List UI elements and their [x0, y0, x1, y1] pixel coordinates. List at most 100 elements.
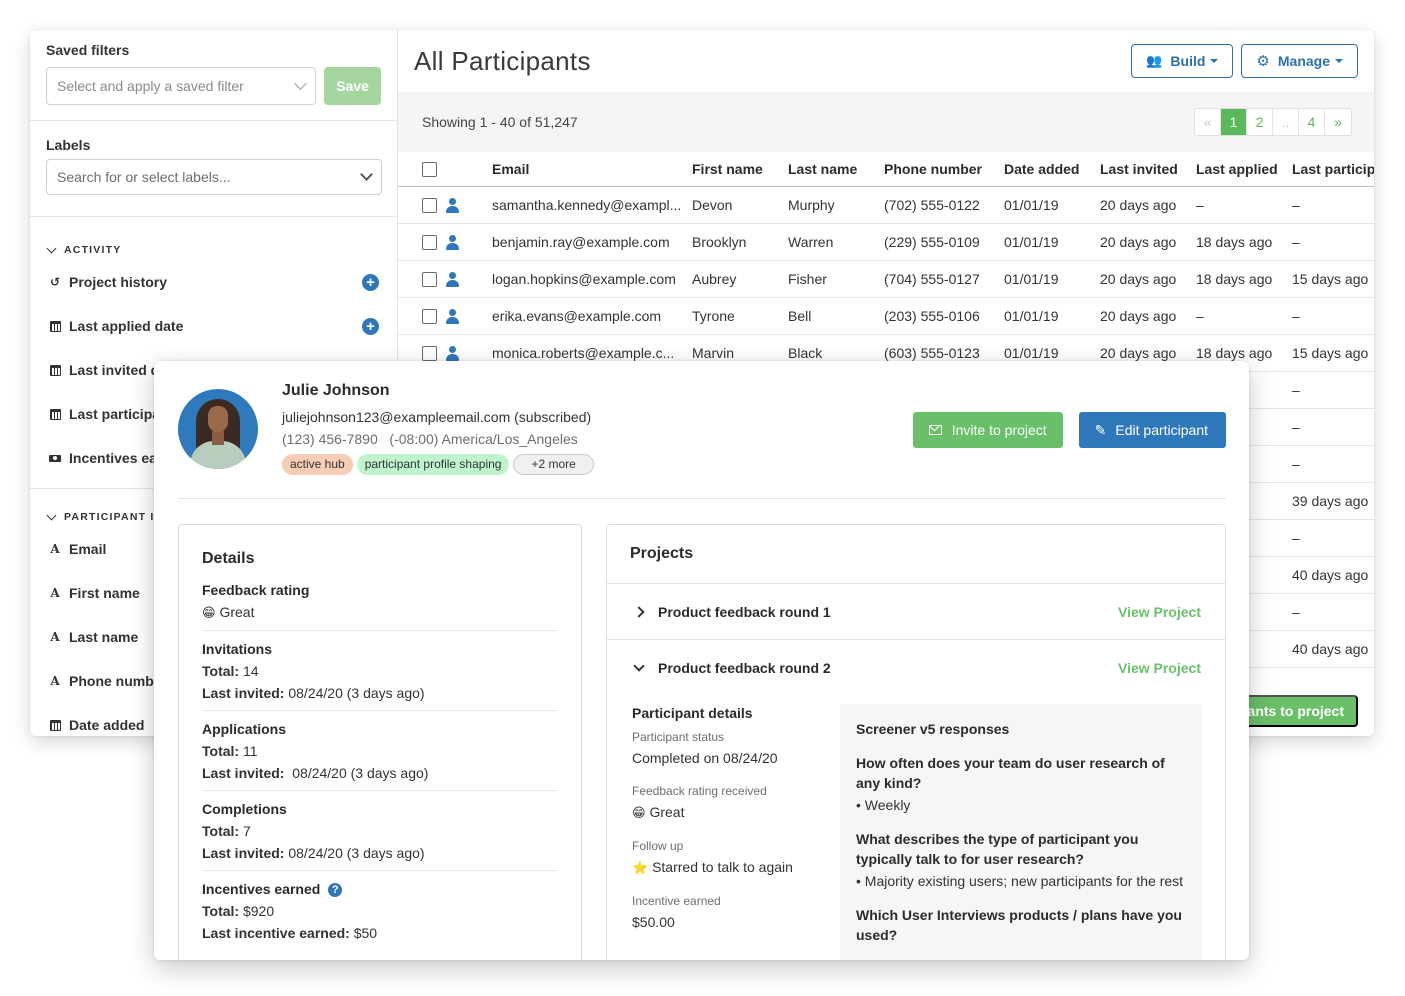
- feedback-rating-section: Feedback rating 😁 Great: [202, 582, 558, 631]
- labels-placeholder: Search for or select labels...: [57, 169, 231, 185]
- column-header-date-added[interactable]: Date added: [1004, 152, 1100, 187]
- edit-label: Edit participant: [1115, 422, 1208, 438]
- tag-badge[interactable]: active hub: [282, 454, 353, 475]
- last-incentive-value: $50: [353, 925, 378, 941]
- text-icon: A: [50, 674, 60, 688]
- add-filter-icon[interactable]: +: [362, 317, 379, 335]
- field-label: Total:: [202, 743, 240, 759]
- column-header-last-applied[interactable]: Last applied: [1196, 152, 1292, 187]
- table-cell: benjamin.ray@example.com: [492, 223, 692, 261]
- grin-emoji-icon: 😁: [202, 605, 216, 620]
- filter-item-last-applied-date[interactable]: Last applied date +: [30, 304, 397, 348]
- result-count: Showing 1 - 40 of 51,247: [422, 114, 578, 130]
- more-tags-badge[interactable]: +2 more: [513, 454, 594, 475]
- column-header-email[interactable]: Email: [492, 152, 692, 187]
- screener-responses: Screener v5 responses How often does you…: [840, 704, 1202, 960]
- screener-question: Which User Interviews products / plans h…: [856, 907, 1182, 943]
- profile-header: Julie Johnson juliejohnson123@exampleema…: [178, 378, 1226, 499]
- group-header-activity[interactable]: ACTIVITY: [30, 240, 397, 260]
- field-label: Follow up: [632, 839, 684, 853]
- table-cell: (702) 555-0122: [884, 186, 1004, 224]
- pagination-page[interactable]: 2: [1247, 109, 1273, 135]
- field-label: Total:: [202, 663, 240, 679]
- star-icon: ⭐: [632, 860, 649, 875]
- select-all-checkbox[interactable]: [422, 162, 437, 178]
- screener-question: How often does your team do user researc…: [856, 755, 1165, 791]
- table-cell: –: [1292, 371, 1374, 409]
- participant-phone: (123) 456-7890: [282, 431, 378, 447]
- pagination-next[interactable]: »: [1325, 109, 1351, 135]
- project-row[interactable]: Product feedback round 2 View Project: [607, 640, 1225, 696]
- table-cell: 01/01/19: [1004, 186, 1100, 224]
- table-cell: Devon: [692, 186, 788, 224]
- table-cell: Tyrone: [692, 297, 788, 335]
- saved-filters-label: Saved filters: [46, 42, 130, 58]
- column-header-last-invited[interactable]: Last invited: [1100, 152, 1196, 187]
- table-cell: Murphy: [788, 186, 884, 224]
- view-project-link[interactable]: View Project: [1118, 660, 1201, 676]
- filter-item-label: Last name: [69, 629, 139, 645]
- saved-filter-placeholder: Select and apply a saved filter: [57, 78, 244, 94]
- add-filter-icon[interactable]: +: [362, 273, 379, 291]
- incentive-value: $50.00: [632, 914, 675, 930]
- chevron-down-icon[interactable]: [633, 660, 645, 672]
- table-row[interactable]: logan.hopkins@example.com Aubrey Fisher (70…: [398, 260, 1374, 298]
- labels-section: Labels Search for or select labels...: [30, 121, 397, 217]
- table-row[interactable]: benjamin.ray@example.com Brooklyn Warren (2…: [398, 223, 1374, 261]
- column-header-phone[interactable]: Phone number: [884, 152, 1004, 187]
- caret-down-icon: [1335, 59, 1343, 63]
- table-row[interactable]: samantha.kennedy@exampl... Devon Murphy (70…: [398, 186, 1374, 224]
- table-cell: –: [1196, 186, 1292, 224]
- table-cell: logan.hopkins@example.com: [492, 260, 692, 298]
- row-checkbox[interactable]: [422, 308, 437, 324]
- page-title: All Participants: [414, 45, 591, 76]
- manage-dropdown-button[interactable]: ⚙ Manage: [1241, 44, 1358, 78]
- row-checkbox[interactable]: [422, 234, 437, 250]
- column-header-last-participated[interactable]: Last participated: [1292, 152, 1374, 187]
- column-header-last-name[interactable]: Last name: [788, 152, 884, 187]
- table-cell: –: [1292, 186, 1374, 224]
- help-icon[interactable]: ?: [328, 883, 343, 897]
- build-dropdown-button[interactable]: 👥 Build: [1131, 44, 1234, 78]
- chevron-right-icon[interactable]: [633, 605, 645, 618]
- pagination-page[interactable]: 4: [1299, 109, 1325, 135]
- details-panel: Details Feedback rating 😁 Great Invitati…: [178, 524, 582, 960]
- labels-select[interactable]: Search for or select labels...: [46, 159, 382, 195]
- chevron-down-icon: [294, 77, 308, 90]
- table-cell: 20 days ago: [1100, 297, 1196, 335]
- filter-item-label: Phone number: [69, 673, 168, 689]
- pagination-page[interactable]: 1: [1221, 109, 1247, 135]
- row-checkbox[interactable]: [422, 271, 437, 287]
- column-header-first-name[interactable]: First name: [692, 152, 788, 187]
- table-cell: –: [1292, 408, 1374, 446]
- filter-item-label: First name: [69, 585, 140, 601]
- field-label: Total:: [202, 903, 240, 919]
- labels-label: Labels: [46, 137, 91, 153]
- table-cell: 20 days ago: [1100, 223, 1196, 261]
- filter-item-project-history[interactable]: ↺ Project history +: [30, 260, 397, 304]
- last-invited-value: 08/24/20 (3 days ago): [288, 685, 425, 701]
- view-project-link[interactable]: View Project: [1118, 604, 1201, 620]
- text-icon: A: [50, 542, 60, 556]
- table-cell: –: [1292, 445, 1374, 483]
- section-heading: Incentives earned: [202, 881, 321, 897]
- details-title: Details: [202, 550, 255, 567]
- edit-participant-button[interactable]: ✎ Edit participant: [1078, 412, 1226, 448]
- row-checkbox[interactable]: [422, 345, 437, 361]
- tag-badge[interactable]: participant profile shaping: [356, 454, 510, 475]
- users-icon: 👥: [1146, 53, 1163, 68]
- invite-to-project-button[interactable]: Invite to project: [912, 412, 1063, 448]
- invite-label: Invite to project: [951, 422, 1047, 438]
- section-heading: Completions: [202, 801, 287, 817]
- project-row[interactable]: Product feedback round 1 View Project: [607, 584, 1225, 640]
- table-cell: samantha.kennedy@exampl...: [492, 186, 692, 224]
- table-cell: Bell: [788, 297, 884, 335]
- participant-tags: active hub participant profile shaping +…: [282, 454, 594, 475]
- saved-filter-select[interactable]: Select and apply a saved filter: [46, 67, 317, 105]
- calendar-icon: [48, 320, 62, 332]
- pagination-prev[interactable]: «: [1195, 109, 1221, 135]
- save-filter-button[interactable]: Save: [324, 67, 381, 105]
- table-row[interactable]: erika.evans@example.com Tyrone Bell (203) 5…: [398, 297, 1374, 335]
- row-checkbox[interactable]: [422, 197, 437, 213]
- chevron-down-icon: [46, 243, 57, 253]
